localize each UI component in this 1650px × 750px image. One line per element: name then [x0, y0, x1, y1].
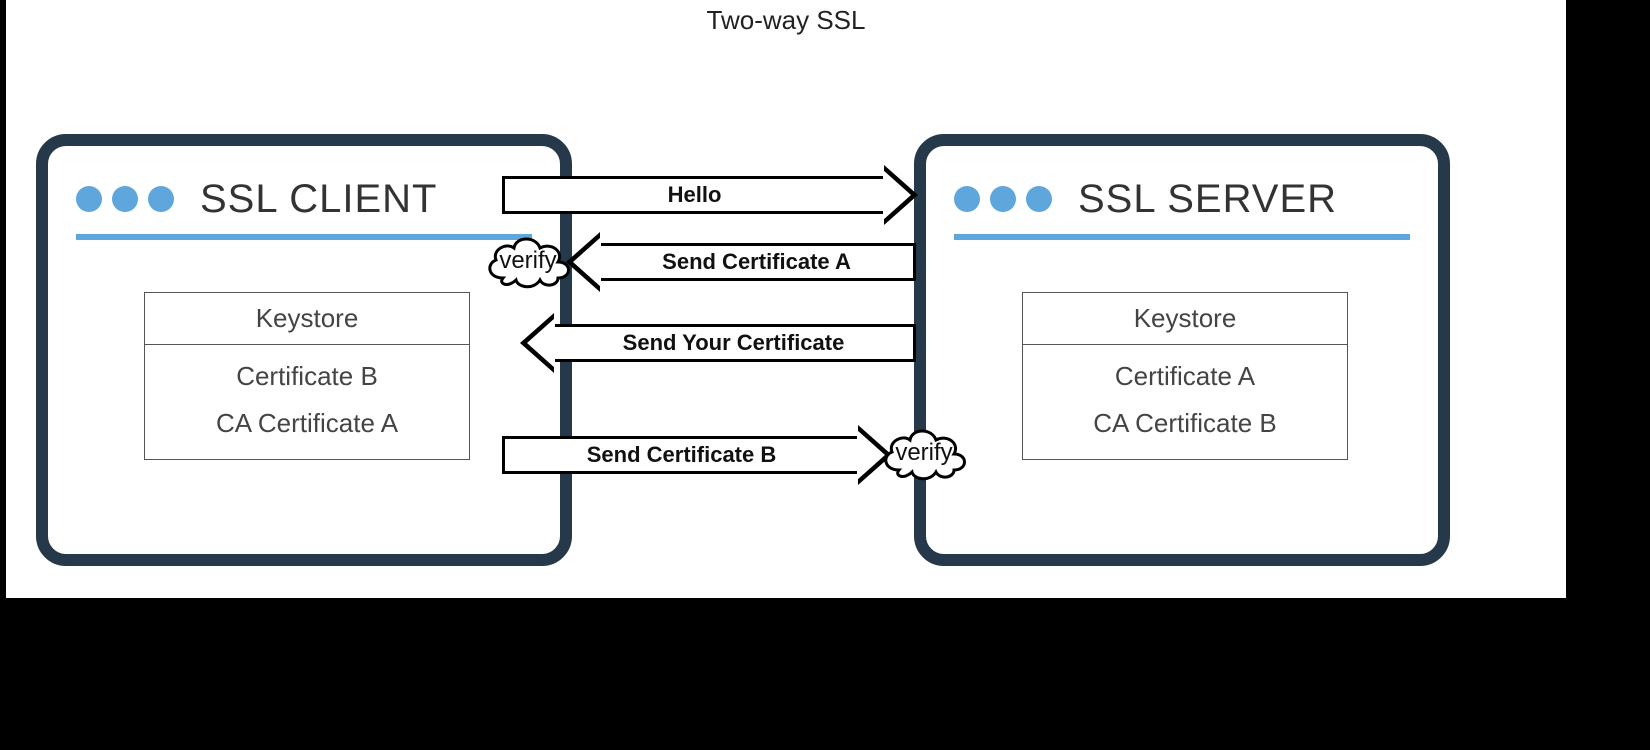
client-header: SSL CLIENT [76, 164, 532, 240]
diagram-title: Two-way SSL [6, 5, 1566, 36]
arrow-hello-label: Hello [668, 182, 722, 208]
server-title: SSL SERVER [1078, 177, 1337, 222]
client-ca-cert-a: CA Certificate A [145, 400, 469, 447]
arrow-send-your-cert-label: Send Your Certificate [623, 330, 845, 356]
server-keystore-label: Keystore [1023, 293, 1347, 345]
verify-cloud-client: verify [478, 228, 578, 294]
server-keystore-body: Certificate A CA Certificate B [1023, 345, 1347, 459]
dot-icon [112, 186, 138, 212]
dot-icon [148, 186, 174, 212]
server-cert-a: Certificate A [1023, 353, 1347, 400]
client-cert-b: Certificate B [145, 353, 469, 400]
verify-label: verify [895, 439, 952, 467]
ssl-client-panel: SSL CLIENT Keystore Certificate B CA Cer… [36, 134, 572, 566]
dot-icon [990, 186, 1016, 212]
arrow-send-cert-b: Send Certificate B [502, 436, 858, 474]
client-keystore: Keystore Certificate B CA Certificate A [144, 292, 470, 460]
verify-cloud-server: verify [874, 420, 974, 486]
server-keystore: Keystore Certificate A CA Certificate B [1022, 292, 1348, 460]
server-ca-cert-b: CA Certificate B [1023, 400, 1347, 447]
diagram-background: Two-way SSL SSL CLIENT Keystore Certific… [6, 0, 1566, 598]
ssl-server-panel: SSL SERVER Keystore Certificate A CA Cer… [914, 134, 1450, 566]
dot-icon [1026, 186, 1052, 212]
arrow-send-your-cert: Send Your Certificate [554, 324, 916, 362]
arrow-hello: Hello [502, 176, 884, 214]
window-dots-icon [954, 186, 1052, 212]
dot-icon [76, 186, 102, 212]
arrow-send-cert-b-label: Send Certificate B [587, 442, 777, 468]
arrow-send-cert-a-label: Send Certificate A [662, 249, 851, 275]
dot-icon [954, 186, 980, 212]
arrow-send-cert-a: Send Certificate A [600, 243, 916, 281]
window-dots-icon [76, 186, 174, 212]
verify-label: verify [499, 247, 556, 275]
client-keystore-body: Certificate B CA Certificate A [145, 345, 469, 459]
client-keystore-label: Keystore [145, 293, 469, 345]
diagram-canvas: Two-way SSL SSL CLIENT Keystore Certific… [0, 0, 1650, 750]
client-title: SSL CLIENT [200, 177, 437, 222]
server-header: SSL SERVER [954, 164, 1410, 240]
